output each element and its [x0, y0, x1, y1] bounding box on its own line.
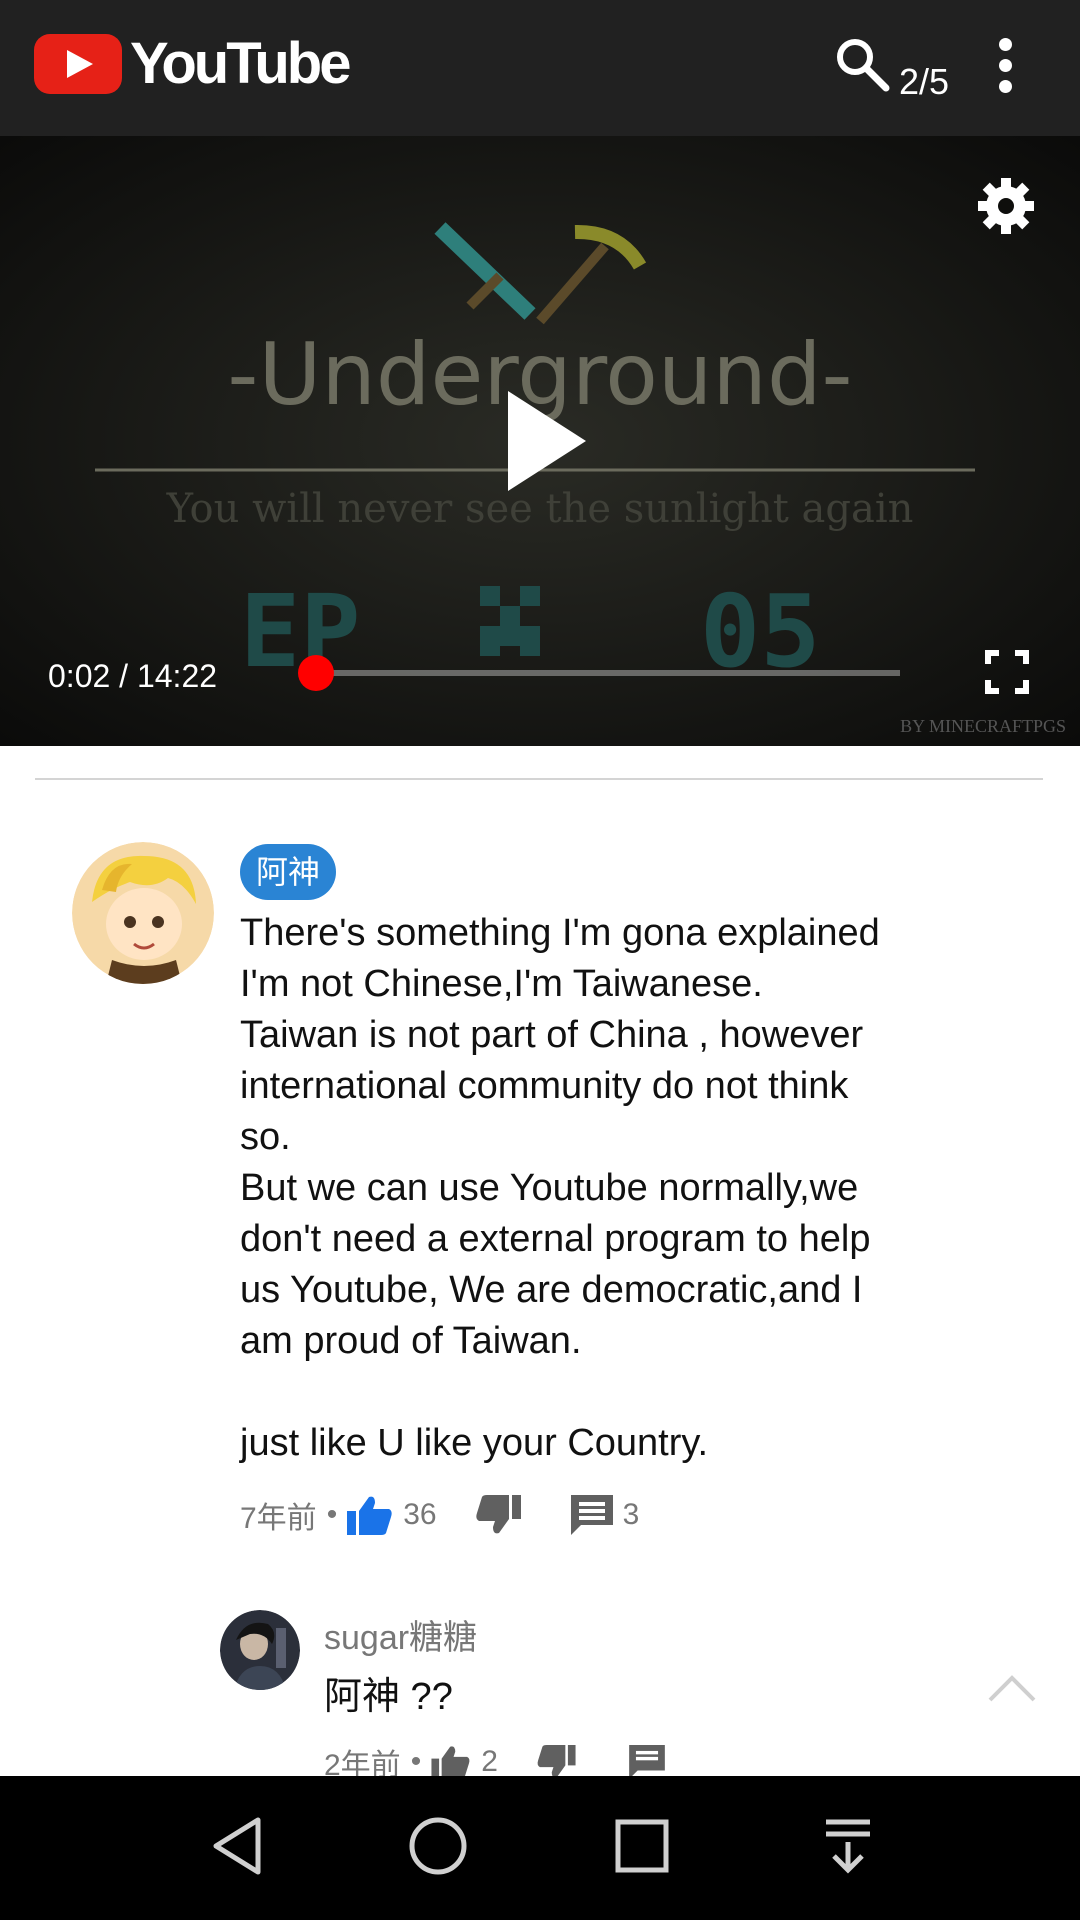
system-nav-bar: [0, 1776, 1080, 1920]
avatar[interactable]: [220, 1610, 300, 1690]
meta-separator: •: [326, 1498, 338, 1531]
playlist-counter: 2/5: [899, 61, 950, 102]
thumb-up-icon[interactable]: [347, 1495, 393, 1535]
reply-body: 阿神 ??: [324, 1676, 453, 1718]
meta-separator: •: [410, 1745, 422, 1778]
avatar[interactable]: [72, 842, 214, 984]
section-divider: [35, 778, 1043, 780]
home-circle-icon[interactable]: [406, 1814, 470, 1878]
logo-text: YouTube: [130, 31, 351, 96]
comment-icon[interactable]: [628, 1745, 666, 1779]
thumb-down-icon[interactable]: [536, 1745, 576, 1779]
back-triangle-icon[interactable]: [206, 1814, 270, 1878]
reply-author[interactable]: sugar糖糖: [324, 1618, 477, 1658]
reply-count: 3: [622, 1498, 640, 1531]
gear-icon[interactable]: [976, 176, 1036, 236]
chevron-up-icon[interactable]: [986, 1672, 1038, 1706]
fullscreen-icon[interactable]: [985, 650, 1029, 694]
youtube-play-logo-icon: [34, 34, 122, 94]
app-header: YouTube 2/5: [0, 0, 1080, 136]
video-player[interactable]: -Underground- You will never see the sun…: [0, 136, 1080, 746]
thumb-down-icon[interactable]: [475, 1495, 521, 1535]
reply-like-count: 2: [481, 1745, 498, 1778]
progress-scrubber-handle[interactable]: [298, 655, 334, 691]
progress-bar[interactable]: [316, 670, 900, 676]
recents-square-icon[interactable]: [610, 1814, 674, 1878]
comment-timestamp: 7年前: [240, 1502, 317, 1535]
play-icon[interactable]: [508, 391, 586, 491]
pull-down-icon[interactable]: [816, 1814, 880, 1878]
thumb-up-icon[interactable]: [431, 1745, 471, 1779]
comment-author-badge[interactable]: 阿神: [240, 844, 337, 900]
video-time: 0:02 / 14:22: [48, 658, 218, 694]
thumbnail-subtitle: You will never see the sunlight again: [166, 486, 914, 532]
youtube-logo[interactable]: YouTube: [34, 31, 351, 96]
comment-body: There's something I'm gona explained I'm…: [240, 912, 880, 1464]
comment-icon[interactable]: [570, 1495, 613, 1535]
search-icon[interactable]: [832, 34, 892, 94]
comment-actions: 7年前 • 36 3: [240, 1490, 639, 1540]
thumbnail-watermark: BY MINECRAFTPGS: [900, 716, 1066, 736]
more-vert-icon[interactable]: [990, 38, 1020, 94]
like-count: 36: [403, 1498, 437, 1531]
